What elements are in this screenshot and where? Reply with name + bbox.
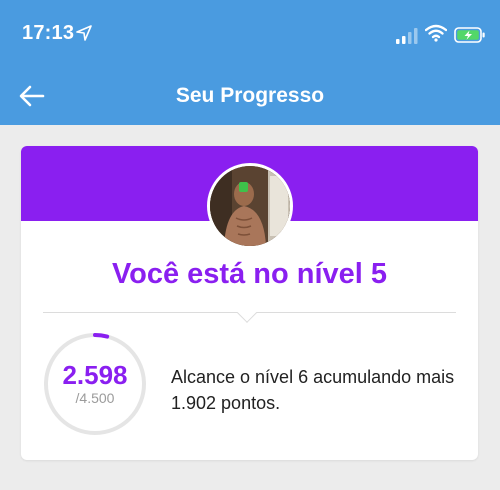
wifi-icon xyxy=(425,24,447,42)
page-title: Seu Progresso xyxy=(175,84,325,107)
divider-notch xyxy=(237,303,257,323)
location-arrow-icon xyxy=(76,25,92,41)
signal-icon xyxy=(396,28,418,44)
app-header: 17:13 Seu Progresso xyxy=(0,0,500,125)
level-title: Você está no nível 5 xyxy=(111,258,388,290)
status-time: 17:13 xyxy=(22,22,75,44)
points-goal: /4.500 xyxy=(75,390,115,406)
progress-card: Você está no nível 5 2.598 /4.500 Alcanc… xyxy=(21,146,478,460)
avatar-photo xyxy=(210,166,290,246)
progress-message: Alcance o nível 6 acumulando mais 1.902 … xyxy=(171,367,455,413)
battery-charging-icon xyxy=(454,27,485,43)
points-value: 2.598 xyxy=(62,360,128,390)
avatar xyxy=(207,163,293,249)
